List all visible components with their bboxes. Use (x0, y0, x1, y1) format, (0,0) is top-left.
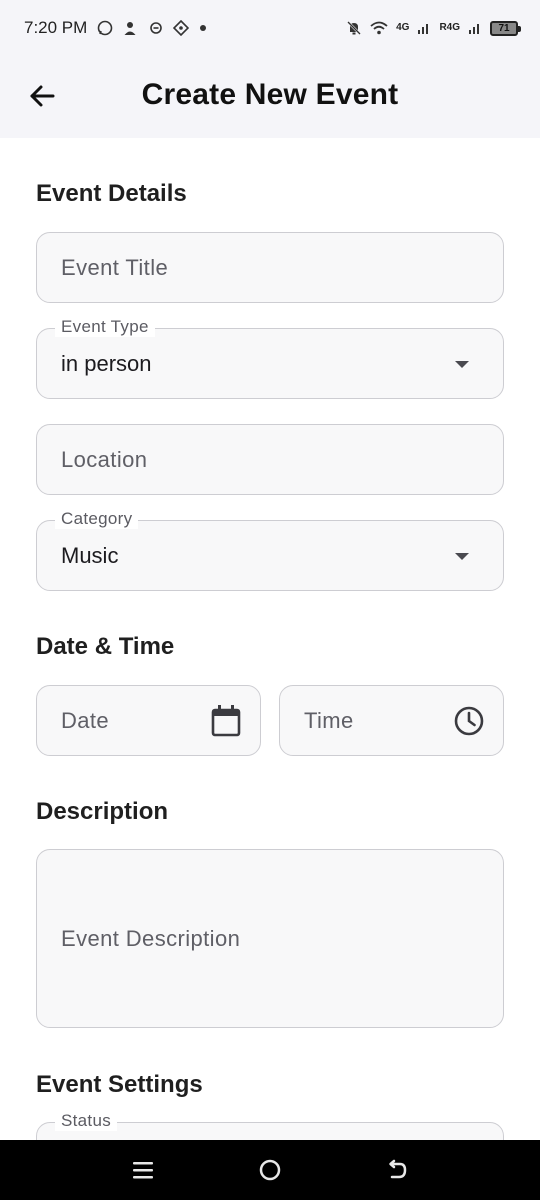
home-circle-icon (259, 1159, 281, 1181)
triangle-down-icon (455, 553, 469, 560)
bell-off-icon (347, 21, 361, 35)
status-left: 7:20 PM (24, 18, 207, 38)
whatsapp-icon (98, 20, 113, 36)
section-title-event-settings: Event Settings (36, 1071, 203, 1098)
event-description-field[interactable]: Event Description (36, 849, 504, 1028)
battery-icon: 71 (490, 20, 521, 36)
page-title: Create New Event (141, 78, 399, 111)
event-type-dropdown[interactable]: Event Type in person (36, 317, 504, 399)
time-field[interactable]: Time (279, 685, 504, 756)
event-type-value: in person (61, 351, 152, 376)
location-placeholder: Location (61, 447, 148, 472)
diamond-icon (173, 20, 190, 36)
clock-icon[interactable] (453, 705, 485, 737)
date-field[interactable]: Date (36, 685, 261, 756)
data-saver-icon (150, 22, 163, 34)
category-value: Music (61, 543, 119, 568)
event-description-placeholder: Event Description (61, 926, 241, 951)
time-placeholder: Time (304, 708, 354, 733)
signal-icon (418, 24, 429, 34)
section-title-event-details: Event Details (36, 180, 187, 207)
network-4g: 4G (396, 22, 410, 33)
status-right: 4G R4G 71 (346, 20, 521, 36)
dot-icon (200, 25, 207, 31)
status-dropdown[interactable]: Status (36, 1111, 504, 1140)
system-nav-bar (0, 1140, 540, 1200)
status-bar: 7:20 PM 4G R4G 71 (0, 0, 540, 56)
network-r4g: R4G (439, 22, 460, 33)
status-label: Status (55, 1111, 117, 1131)
event-title-placeholder: Event Title (61, 255, 169, 280)
triangle-down-icon (455, 361, 469, 368)
menu-lines-icon (133, 1162, 154, 1179)
category-label: Category (55, 509, 139, 529)
wifi-icon (370, 21, 388, 35)
app-bar: Create New Event (0, 56, 540, 138)
event-title-field[interactable]: Event Title (36, 232, 504, 303)
back-nav-button[interactable] (377, 1150, 417, 1190)
recent-apps-button[interactable] (123, 1150, 163, 1190)
date-placeholder: Date (61, 708, 110, 733)
person-icon (124, 22, 136, 35)
back-arrow-icon (388, 1159, 406, 1179)
signal-icon-2 (469, 24, 479, 34)
event-type-label: Event Type (55, 317, 155, 337)
section-title-description: Description (36, 798, 169, 825)
battery-level: 71 (498, 22, 510, 34)
location-field[interactable]: Location (36, 424, 504, 495)
category-dropdown[interactable]: Category Music (36, 509, 504, 591)
status-time: 7:20 PM (24, 18, 88, 37)
section-title-date-time: Date & Time (36, 633, 175, 660)
form-content[interactable]: Event Details Event Title Event Type in … (0, 138, 540, 1140)
home-button[interactable] (250, 1150, 290, 1190)
calendar-icon[interactable] (210, 704, 242, 738)
